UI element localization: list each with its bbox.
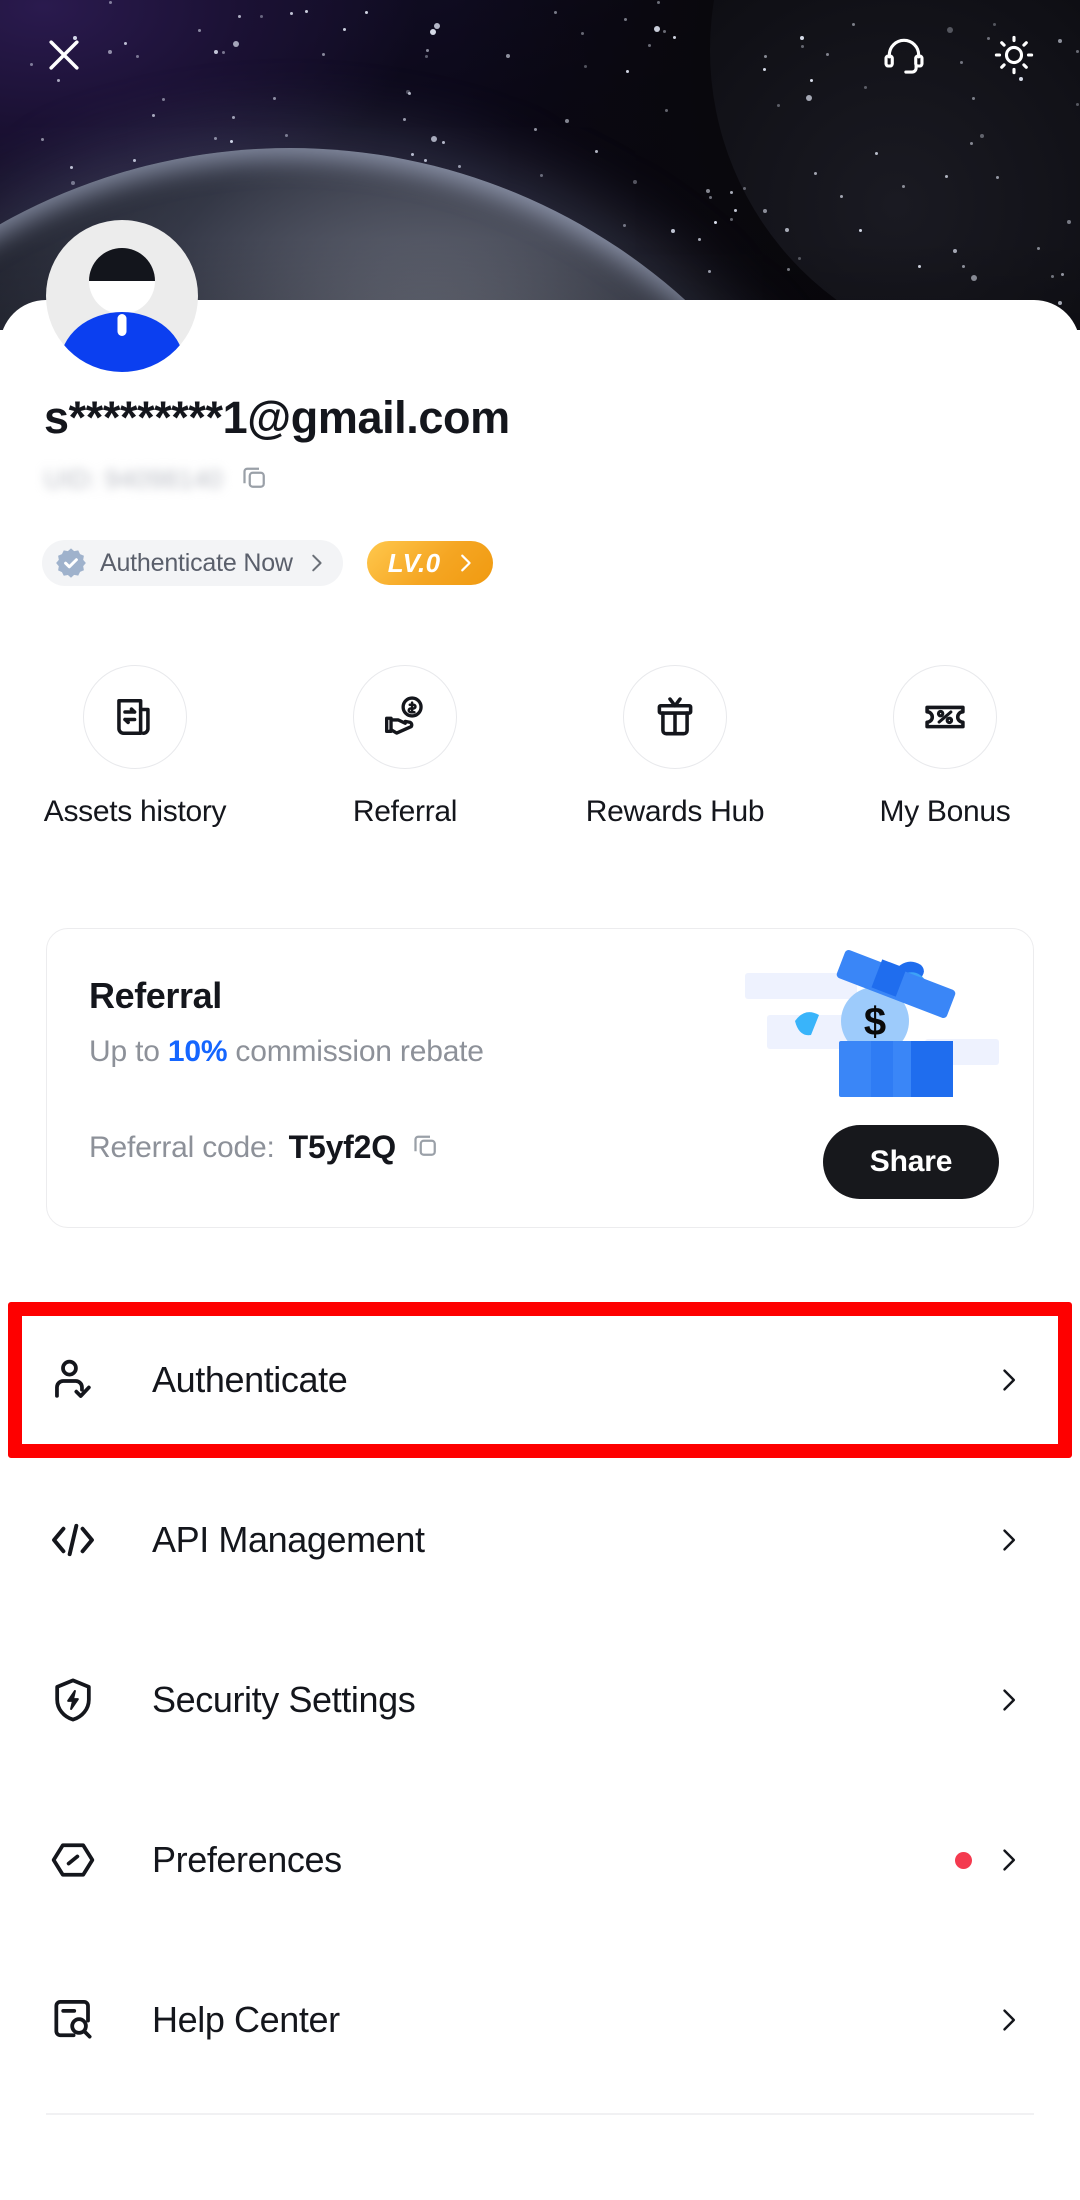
- quick-action-rewards-hub[interactable]: Rewards Hub: [540, 665, 810, 829]
- quick-actions-row: Assets history Referral Rewards Hub My B…: [0, 665, 1080, 829]
- menu-item-trailing: [994, 1366, 1022, 1394]
- copy-referral-code-button[interactable]: [410, 1130, 440, 1165]
- authenticate-now-label: Authenticate Now: [100, 548, 293, 577]
- menu-item-api-management[interactable]: API Management: [0, 1460, 1080, 1620]
- notification-dot: [955, 1851, 972, 1869]
- quick-action-circle: [83, 665, 187, 769]
- code-brackets-icon: [52, 1523, 94, 1557]
- menu-item-authenticate[interactable]: Authenticate: [0, 1300, 1080, 1460]
- referral-card-title: Referral: [89, 975, 222, 1016]
- menu-icon: [48, 1675, 100, 1725]
- referral-subtitle-prefix: Up to: [89, 1035, 168, 1068]
- referral-code-value: T5yf2Q: [288, 1129, 396, 1165]
- level-badge[interactable]: LV.0: [366, 541, 494, 585]
- menu-item-label: API Management: [152, 1519, 425, 1560]
- account-profile-screen: s*********1@gmail.com UID: 94098140 Auth…: [0, 0, 1080, 2200]
- quick-action-circle: [353, 665, 457, 769]
- gift-box-illustration: $: [745, 950, 999, 1097]
- quick-action-my-bonus[interactable]: My Bonus: [810, 665, 1080, 829]
- authenticate-now-badge[interactable]: Authenticate Now: [42, 540, 343, 586]
- referral-card-subtitle: Up to 10% commission rebate: [89, 1035, 484, 1069]
- hex-slider-icon: [51, 1843, 95, 1877]
- menu-item-trailing: [955, 1846, 1022, 1874]
- chevron-right-icon: [461, 554, 472, 572]
- menu-item-security-settings[interactable]: Security Settings: [0, 1620, 1080, 1780]
- chevron-right-icon: [1003, 1369, 1016, 1391]
- level-label: LV.0: [387, 547, 441, 578]
- sun-icon: [994, 35, 1034, 75]
- chevron-right-icon: [1003, 1849, 1016, 1871]
- chevron-right-icon: [311, 554, 322, 572]
- bottom-divider: [46, 2113, 1034, 2115]
- referral-subtitle-suffix: commission rebate: [227, 1035, 484, 1068]
- uid-value: UID: 94098140: [44, 464, 223, 494]
- menu-icon: [48, 1355, 100, 1405]
- menu-icon: [48, 1515, 100, 1565]
- menu-item-trailing: [994, 1686, 1022, 1714]
- top-bar-actions: [882, 33, 1036, 77]
- quick-action-label: Assets history: [43, 795, 227, 828]
- menu-item-trailing: [994, 2006, 1022, 2034]
- assets-history-icon: [117, 698, 150, 736]
- close-button[interactable]: [42, 33, 86, 77]
- avatar-collar: [117, 314, 127, 336]
- referral-commission-rate: 10%: [167, 1035, 228, 1068]
- menu-item-preferences[interactable]: Preferences: [0, 1780, 1080, 1940]
- menu-item-label: Security Settings: [152, 1679, 416, 1720]
- copy-icon: [414, 1135, 436, 1156]
- referral-code-label: Referral code:: [89, 1130, 275, 1164]
- menu-icon: [48, 1835, 100, 1885]
- menu-item-help-center[interactable]: Help Center: [0, 1940, 1080, 2100]
- referral-hand-coin-icon: [385, 696, 423, 735]
- top-bar: [0, 0, 1080, 110]
- referral-card[interactable]: Referral Up to 10% commission rebate Ref…: [46, 928, 1034, 1228]
- menu-item-label: Authenticate: [152, 1359, 348, 1400]
- menu-item-trailing: [994, 1526, 1022, 1554]
- doc-search-icon: [54, 2000, 92, 2039]
- chevron-right-icon: [1003, 1529, 1016, 1551]
- chevron-right-icon: [1003, 1689, 1016, 1711]
- verified-badge-icon: [56, 548, 86, 578]
- shield-bolt-icon: [55, 1678, 91, 1722]
- quick-action-label: Referral: [352, 795, 458, 828]
- badge-row: Authenticate Now LV.0: [42, 540, 494, 586]
- copy-icon: [243, 467, 265, 488]
- percent-ticket-icon: [925, 705, 965, 729]
- svg-text:$: $: [864, 1000, 886, 1044]
- avatar[interactable]: [46, 220, 198, 372]
- avatar-head: [89, 248, 155, 314]
- share-button[interactable]: Share: [823, 1125, 999, 1199]
- settings-menu: Authenticate API Management Security Set…: [0, 1300, 1080, 2100]
- uid-row: UID: 94098140: [44, 462, 510, 497]
- identity-block: s*********1@gmail.com UID: 94098140: [44, 395, 510, 497]
- quick-action-label: My Bonus: [879, 795, 1011, 828]
- referral-code-row: Referral code: T5yf2Q: [89, 1129, 440, 1166]
- menu-item-label: Preferences: [152, 1839, 342, 1880]
- copy-uid-button[interactable]: [239, 462, 269, 497]
- account-email: s*********1@gmail.com: [44, 392, 510, 443]
- menu-item-label: Help Center: [152, 1999, 340, 2040]
- quick-action-label: Rewards Hub: [585, 795, 765, 828]
- theme-toggle-button[interactable]: [992, 33, 1036, 77]
- quick-action-assets-history[interactable]: Assets history: [0, 665, 270, 829]
- menu-icon: [48, 1995, 100, 2045]
- chevron-right-icon: [1003, 2009, 1016, 2031]
- quick-action-circle: [893, 665, 997, 769]
- quick-action-referral[interactable]: Referral: [270, 665, 540, 829]
- user-check-icon: [55, 1359, 91, 1398]
- gift-box-icon: [657, 697, 693, 736]
- quick-action-circle: [623, 665, 727, 769]
- customer-support-button[interactable]: [882, 33, 926, 77]
- headset-icon: [884, 38, 924, 74]
